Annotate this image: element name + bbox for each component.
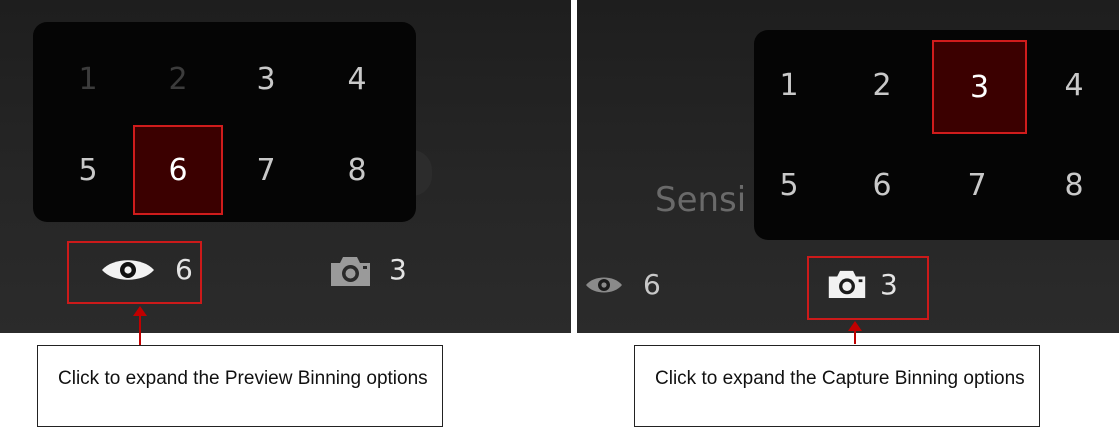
- binning-option-3[interactable]: 3: [221, 34, 311, 124]
- binning-option-8[interactable]: 8: [1029, 140, 1119, 230]
- binning-option-4[interactable]: 4: [1029, 40, 1119, 130]
- binning-option-1[interactable]: 1: [43, 34, 133, 124]
- binning-option-2[interactable]: 2: [837, 40, 927, 130]
- binning-option-6[interactable]: 6: [837, 140, 927, 230]
- capture-callout-arrow-head: [848, 321, 862, 331]
- preview-callout-text: Click to expand the Preview Binning opti…: [58, 368, 428, 389]
- binning-option-2[interactable]: 2: [133, 34, 223, 124]
- capture-binning-toggle[interactable]: [807, 256, 929, 320]
- binning-option-3[interactable]: 3: [932, 40, 1027, 134]
- capture-callout-text: Click to expand the Capture Binning opti…: [655, 368, 1025, 389]
- binning-option-6[interactable]: 6: [133, 125, 223, 215]
- camera-icon[interactable]: [328, 254, 373, 288]
- binning-option-5[interactable]: 5: [744, 140, 834, 230]
- sensitivity-label: Sensi: [655, 180, 747, 220]
- binning-option-1[interactable]: 1: [744, 40, 834, 130]
- preview-binning-value[interactable]: 6: [643, 268, 661, 301]
- preview-callout-arrow-head: [133, 306, 147, 316]
- binning-option-5[interactable]: 5: [43, 125, 133, 215]
- preview-binning-popup: 1 2 3 4 5 6 7 8: [33, 22, 416, 222]
- capture-binning-popup: 1 2 3 4 5 6 7 8: [754, 30, 1119, 240]
- binning-option-7[interactable]: 7: [221, 125, 311, 215]
- binning-option-4[interactable]: 4: [312, 34, 402, 124]
- binning-option-8[interactable]: 8: [312, 125, 402, 215]
- capture-binning-value[interactable]: 3: [389, 253, 407, 286]
- preview-callout: Click to expand the Preview Binning opti…: [37, 345, 443, 427]
- eye-icon[interactable]: [585, 274, 623, 296]
- preview-binning-toggle[interactable]: [67, 241, 202, 304]
- capture-callout-arrow: [854, 330, 856, 344]
- capture-callout: Click to expand the Capture Binning opti…: [634, 345, 1040, 427]
- binning-option-7[interactable]: 7: [932, 140, 1022, 230]
- capture-binning-panel: Sensi 1 2 3 4 5 6 7 8 6 3: [577, 0, 1119, 333]
- preview-binning-panel: 1 2 3 4 5 6 7 8 6 3: [0, 0, 571, 333]
